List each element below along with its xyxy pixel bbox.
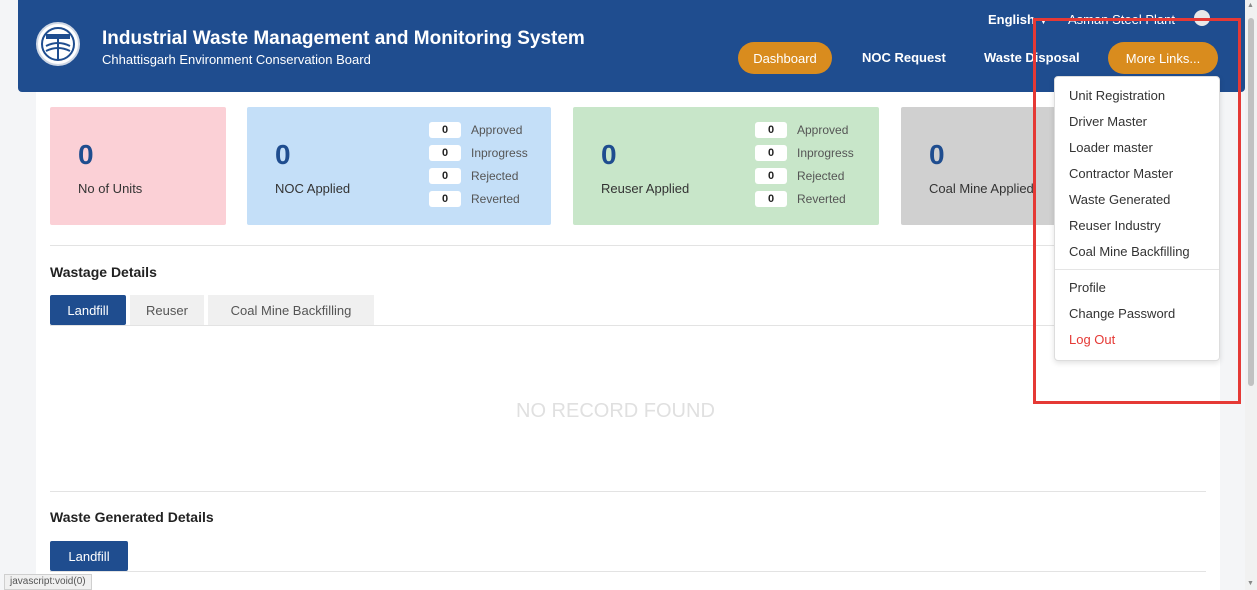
menu-item-reuser-industry[interactable]: Reuser Industry: [1069, 218, 1161, 233]
reuser-inprogress-count: 0: [755, 145, 787, 161]
noc-rejected-count: 0: [429, 168, 461, 184]
language-label: English: [988, 12, 1035, 27]
noc-inprogress-count: 0: [429, 145, 461, 161]
menu-item-change-password[interactable]: Change Password: [1069, 306, 1175, 321]
noc-reverted-label: Reverted: [471, 192, 520, 206]
reuser-approved-row: 0 Approved: [755, 121, 848, 139]
waste-disposal-link[interactable]: Waste Disposal: [984, 50, 1080, 65]
tab-landfill[interactable]: Landfill: [50, 295, 126, 325]
noc-inprogress-row: 0 Inprogress: [429, 144, 528, 162]
menu-item-contractor-master[interactable]: Contractor Master: [1069, 166, 1173, 181]
page-scrollbar[interactable]: ▲ ▼: [1245, 0, 1257, 590]
waste-generated-title: Waste Generated Details: [50, 509, 214, 525]
menu-item-loader-master[interactable]: Loader master: [1069, 140, 1153, 155]
reuser-approved-count: 0: [755, 122, 787, 138]
more-links-button[interactable]: More Links...: [1108, 42, 1218, 74]
caret-down-icon: ▼: [1038, 16, 1048, 26]
reuser-reverted-label: Reverted: [797, 192, 846, 206]
noc-rejected-label: Rejected: [471, 169, 519, 183]
section-divider-2: [50, 491, 1206, 492]
scroll-up-icon[interactable]: ▲: [1247, 2, 1254, 9]
noc-approved-label: Approved: [471, 123, 523, 137]
noc-rejected-row: 0 Rejected: [429, 167, 518, 185]
reuser-inprogress-row: 0 Inprogress: [755, 144, 854, 162]
noc-card: 0 NOC Applied 0 Approved 0 Inprogress 0 Rej…: [247, 107, 551, 225]
reuser-rejected-row: 0 Rejected: [755, 167, 844, 185]
coal-mine-label: Coal Mine Applied: [929, 181, 1034, 196]
noc-approved-count: 0: [429, 122, 461, 138]
reuser-reverted-count: 0: [755, 191, 787, 207]
units-label: No of Units: [78, 181, 143, 196]
app-title: Industrial Waste Management and Monitori…: [102, 28, 585, 49]
wastage-details-title: Wastage Details: [50, 264, 157, 280]
noc-reverted-row: 0 Reverted: [429, 190, 520, 208]
reuser-approved-label: Approved: [797, 123, 849, 137]
tab-coal-mine-backfilling[interactable]: Coal Mine Backfilling: [208, 295, 374, 325]
dashboard-button[interactable]: Dashboard: [738, 42, 832, 74]
reuser-reverted-row: 0 Reverted: [755, 190, 846, 208]
user-name[interactable]: Asman Steel Plant: [1068, 12, 1175, 27]
noc-count: 0: [275, 139, 291, 170]
reuser-card: 0 Reuser Applied 0 Approved 0 Inprogress 0…: [573, 107, 879, 225]
reuser-count: 0: [601, 139, 617, 170]
menu-item-coal-mine-backfilling[interactable]: Coal Mine Backfilling: [1069, 244, 1190, 259]
units-count: 0: [78, 139, 94, 170]
reuser-rejected-label: Rejected: [797, 169, 845, 183]
page-root: Industrial Waste Management and Monitori…: [0, 0, 1257, 590]
menu-separator: [1055, 269, 1219, 270]
reuser-label: Reuser Applied: [601, 181, 690, 196]
app-subtitle: Chhattisgarh Environment Conservation Bo…: [102, 52, 371, 67]
user-avatar-icon[interactable]: [1194, 10, 1210, 26]
coal-mine-count: 0: [929, 139, 945, 170]
more-links-dropdown: Unit Registration Driver Master Loader m…: [1054, 76, 1220, 361]
scroll-down-icon[interactable]: ▼: [1247, 580, 1254, 587]
menu-item-profile[interactable]: Profile: [1069, 280, 1106, 295]
tab-generated-landfill[interactable]: Landfill: [50, 541, 128, 571]
units-card: 0 No of Units: [50, 107, 226, 225]
language-selector[interactable]: English ▼: [988, 12, 1048, 27]
menu-item-driver-master[interactable]: Driver Master: [1069, 114, 1147, 129]
noc-label: NOC Applied: [275, 181, 351, 196]
noc-reverted-count: 0: [429, 191, 461, 207]
reuser-rejected-count: 0: [755, 168, 787, 184]
section-divider: [50, 245, 1206, 246]
noc-inprogress-label: Inprogress: [471, 146, 528, 160]
coal-mine-card: 0 Coal Mine Applied: [901, 107, 1071, 225]
tab-underline: [50, 325, 1206, 326]
no-record-message: NO RECORD FOUND: [516, 400, 715, 422]
status-bar-url: javascript:void(0): [4, 574, 92, 590]
noc-approved-row: 0 Approved: [429, 121, 522, 139]
tab-reuser[interactable]: Reuser: [130, 295, 204, 325]
reuser-inprogress-label: Inprogress: [797, 146, 854, 160]
scroll-thumb[interactable]: [1248, 18, 1254, 386]
menu-item-log-out[interactable]: Log Out: [1069, 332, 1115, 347]
main-content: 0 No of Units 0 NOC Applied 0 Approved 0I…: [36, 92, 1220, 590]
menu-item-unit-registration[interactable]: Unit Registration: [1069, 88, 1165, 103]
menu-item-waste-generated[interactable]: Waste Generated: [1069, 192, 1170, 207]
noc-request-link[interactable]: NOC Request: [862, 50, 946, 65]
tab-underline-2: [50, 571, 1206, 572]
board-logo-icon: [36, 22, 80, 66]
